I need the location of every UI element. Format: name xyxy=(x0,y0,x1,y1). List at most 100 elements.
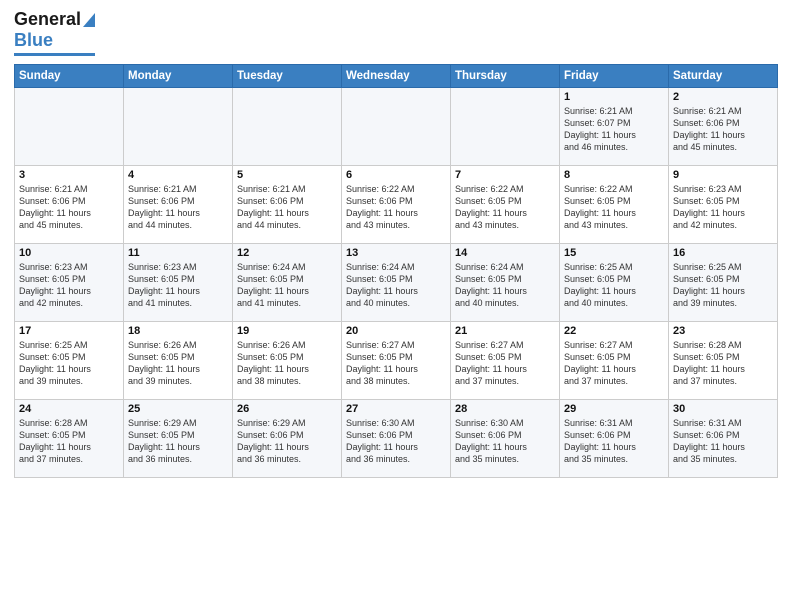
calendar-cell: 25 Sunrise: 6:29 AM Sunset: 6:05 PM Dayli… xyxy=(124,399,233,477)
day-number: 22 xyxy=(564,325,664,337)
logo-blue: Blue xyxy=(14,30,53,51)
day-number: 4 xyxy=(128,169,228,181)
weekday-header: Sunday xyxy=(15,64,124,87)
day-number: 10 xyxy=(19,247,119,259)
day-number: 9 xyxy=(673,169,773,181)
day-info: Sunrise: 6:27 AM Sunset: 6:05 PM Dayligh… xyxy=(346,339,446,388)
day-number: 17 xyxy=(19,325,119,337)
calendar-cell: 15 Sunrise: 6:25 AM Sunset: 6:05 PM Dayli… xyxy=(560,243,669,321)
calendar-cell: 2Sunrise: 6:21 AM Sunset: 6:06 PM Daylig… xyxy=(669,87,778,165)
calendar-week-row: 24 Sunrise: 6:28 AM Sunset: 6:05 PM Dayli… xyxy=(15,399,778,477)
day-number: 27 xyxy=(346,403,446,415)
calendar-cell: 10 Sunrise: 6:23 AM Sunset: 6:05 PM Dayli… xyxy=(15,243,124,321)
day-number: 12 xyxy=(237,247,337,259)
calendar-cell: 30 Sunrise: 6:31 AM Sunset: 6:06 PM Dayli… xyxy=(669,399,778,477)
day-info: Sunrise: 6:21 AM Sunset: 6:07 PM Dayligh… xyxy=(564,105,664,154)
calendar-cell xyxy=(451,87,560,165)
calendar-cell: 27 Sunrise: 6:30 AM Sunset: 6:06 PM Dayli… xyxy=(342,399,451,477)
day-number: 16 xyxy=(673,247,773,259)
calendar-cell: 19 Sunrise: 6:26 AM Sunset: 6:05 PM Dayli… xyxy=(233,321,342,399)
day-info: Sunrise: 6:29 AM Sunset: 6:05 PM Dayligh… xyxy=(128,417,228,466)
calendar-cell: 22 Sunrise: 6:27 AM Sunset: 6:05 PM Dayli… xyxy=(560,321,669,399)
day-info: Sunrise: 6:26 AM Sunset: 6:05 PM Dayligh… xyxy=(128,339,228,388)
calendar-cell: 5 Sunrise: 6:21 AM Sunset: 6:06 PM Daylig… xyxy=(233,165,342,243)
day-number: 24 xyxy=(19,403,119,415)
calendar-cell: 13Sunrise: 6:24 AM Sunset: 6:05 PM Dayli… xyxy=(342,243,451,321)
day-number: 5 xyxy=(237,169,337,181)
day-info: Sunrise: 6:25 AM Sunset: 6:05 PM Dayligh… xyxy=(564,261,664,310)
day-info: Sunrise: 6:30 AM Sunset: 6:06 PM Dayligh… xyxy=(346,417,446,466)
calendar-cell: 9Sunrise: 6:23 AM Sunset: 6:05 PM Daylig… xyxy=(669,165,778,243)
day-number: 14 xyxy=(455,247,555,259)
calendar-week-row: 10 Sunrise: 6:23 AM Sunset: 6:05 PM Dayli… xyxy=(15,243,778,321)
calendar-cell: 7 Sunrise: 6:22 AM Sunset: 6:05 PM Daylig… xyxy=(451,165,560,243)
day-number: 3 xyxy=(19,169,119,181)
day-number: 6 xyxy=(346,169,446,181)
logo-underline xyxy=(14,53,95,56)
calendar-cell xyxy=(124,87,233,165)
day-info: Sunrise: 6:21 AM Sunset: 6:06 PM Dayligh… xyxy=(673,105,773,154)
day-info: Sunrise: 6:23 AM Sunset: 6:05 PM Dayligh… xyxy=(128,261,228,310)
weekday-header: Monday xyxy=(124,64,233,87)
calendar-cell: 14 Sunrise: 6:24 AM Sunset: 6:05 PM Dayli… xyxy=(451,243,560,321)
calendar-week-row: 3 Sunrise: 6:21 AM Sunset: 6:06 PM Daylig… xyxy=(15,165,778,243)
calendar-cell: 17 Sunrise: 6:25 AM Sunset: 6:05 PM Dayli… xyxy=(15,321,124,399)
day-number: 8 xyxy=(564,169,664,181)
logo: General Blue xyxy=(14,10,95,56)
day-info: Sunrise: 6:22 AM Sunset: 6:06 PM Dayligh… xyxy=(346,183,446,232)
day-number: 15 xyxy=(564,247,664,259)
day-number: 7 xyxy=(455,169,555,181)
day-info: Sunrise: 6:21 AM Sunset: 6:06 PM Dayligh… xyxy=(237,183,337,232)
day-number: 1 xyxy=(564,91,664,103)
weekday-header: Friday xyxy=(560,64,669,87)
day-info: Sunrise: 6:28 AM Sunset: 6:05 PM Dayligh… xyxy=(19,417,119,466)
header: General Blue xyxy=(14,10,778,56)
day-number: 21 xyxy=(455,325,555,337)
calendar-cell: 12 Sunrise: 6:24 AM Sunset: 6:05 PM Dayli… xyxy=(233,243,342,321)
day-info: Sunrise: 6:24 AM Sunset: 6:05 PM Dayligh… xyxy=(455,261,555,310)
day-info: Sunrise: 6:21 AM Sunset: 6:06 PM Dayligh… xyxy=(19,183,119,232)
calendar-cell: 3 Sunrise: 6:21 AM Sunset: 6:06 PM Daylig… xyxy=(15,165,124,243)
day-number: 23 xyxy=(673,325,773,337)
weekday-row: SundayMondayTuesdayWednesdayThursdayFrid… xyxy=(15,64,778,87)
day-info: Sunrise: 6:31 AM Sunset: 6:06 PM Dayligh… xyxy=(673,417,773,466)
calendar-cell: 20 Sunrise: 6:27 AM Sunset: 6:05 PM Dayli… xyxy=(342,321,451,399)
calendar-cell: 26 Sunrise: 6:29 AM Sunset: 6:06 PM Dayli… xyxy=(233,399,342,477)
day-info: Sunrise: 6:23 AM Sunset: 6:05 PM Dayligh… xyxy=(19,261,119,310)
day-info: Sunrise: 6:29 AM Sunset: 6:06 PM Dayligh… xyxy=(237,417,337,466)
day-number: 25 xyxy=(128,403,228,415)
calendar-cell xyxy=(233,87,342,165)
calendar-body: 1 Sunrise: 6:21 AM Sunset: 6:07 PM Daylig… xyxy=(15,87,778,477)
day-info: Sunrise: 6:26 AM Sunset: 6:05 PM Dayligh… xyxy=(237,339,337,388)
day-number: 11 xyxy=(128,247,228,259)
day-info: Sunrise: 6:24 AM Sunset: 6:05 PM Dayligh… xyxy=(237,261,337,310)
day-number: 13 xyxy=(346,247,446,259)
day-number: 19 xyxy=(237,325,337,337)
calendar-cell: 4 Sunrise: 6:21 AM Sunset: 6:06 PM Daylig… xyxy=(124,165,233,243)
day-number: 29 xyxy=(564,403,664,415)
calendar-cell: 18Sunrise: 6:26 AM Sunset: 6:05 PM Dayli… xyxy=(124,321,233,399)
day-number: 30 xyxy=(673,403,773,415)
day-info: Sunrise: 6:22 AM Sunset: 6:05 PM Dayligh… xyxy=(455,183,555,232)
day-info: Sunrise: 6:28 AM Sunset: 6:05 PM Dayligh… xyxy=(673,339,773,388)
day-info: Sunrise: 6:25 AM Sunset: 6:05 PM Dayligh… xyxy=(673,261,773,310)
day-info: Sunrise: 6:31 AM Sunset: 6:06 PM Dayligh… xyxy=(564,417,664,466)
day-info: Sunrise: 6:22 AM Sunset: 6:05 PM Dayligh… xyxy=(564,183,664,232)
calendar-cell: 6 Sunrise: 6:22 AM Sunset: 6:06 PM Daylig… xyxy=(342,165,451,243)
calendar-cell: 28Sunrise: 6:30 AM Sunset: 6:06 PM Dayli… xyxy=(451,399,560,477)
calendar-header: SundayMondayTuesdayWednesdayThursdayFrid… xyxy=(15,64,778,87)
calendar-cell: 24 Sunrise: 6:28 AM Sunset: 6:05 PM Dayli… xyxy=(15,399,124,477)
day-info: Sunrise: 6:27 AM Sunset: 6:05 PM Dayligh… xyxy=(564,339,664,388)
calendar-cell: 21Sunrise: 6:27 AM Sunset: 6:05 PM Dayli… xyxy=(451,321,560,399)
calendar-cell: 16 Sunrise: 6:25 AM Sunset: 6:05 PM Dayli… xyxy=(669,243,778,321)
day-info: Sunrise: 6:25 AM Sunset: 6:05 PM Dayligh… xyxy=(19,339,119,388)
calendar-week-row: 17 Sunrise: 6:25 AM Sunset: 6:05 PM Dayli… xyxy=(15,321,778,399)
weekday-header: Tuesday xyxy=(233,64,342,87)
calendar-cell: 11 Sunrise: 6:23 AM Sunset: 6:05 PM Dayli… xyxy=(124,243,233,321)
day-info: Sunrise: 6:21 AM Sunset: 6:06 PM Dayligh… xyxy=(128,183,228,232)
day-number: 26 xyxy=(237,403,337,415)
calendar-table: SundayMondayTuesdayWednesdayThursdayFrid… xyxy=(14,64,778,478)
weekday-header: Wednesday xyxy=(342,64,451,87)
day-number: 20 xyxy=(346,325,446,337)
calendar-cell: 29 Sunrise: 6:31 AM Sunset: 6:06 PM Dayli… xyxy=(560,399,669,477)
